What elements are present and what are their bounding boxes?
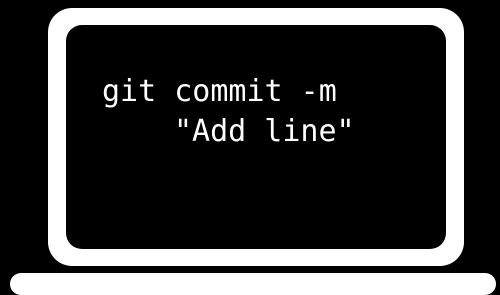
terminal-command: git commit -m "Add line"	[102, 72, 355, 152]
command-line-1: git commit -m	[102, 74, 337, 109]
laptop-screen: git commit -m "Add line"	[66, 25, 446, 249]
command-line-2: "Add line"	[174, 114, 355, 149]
laptop-illustration: git commit -m "Add line"	[0, 0, 500, 295]
laptop-base	[10, 273, 496, 295]
laptop-lid: git commit -m "Add line"	[48, 8, 464, 266]
